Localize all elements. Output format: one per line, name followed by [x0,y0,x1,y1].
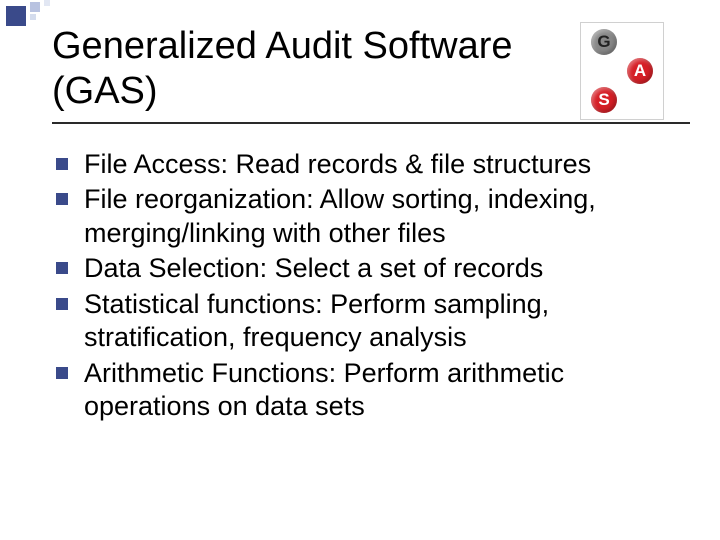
bullet-list: File Access: Read records & file structu… [54,148,680,424]
title-wrap: Generalized Audit Software (GAS) [52,24,550,114]
list-item: Data Selection: Select a set of records [54,252,680,285]
list-item: File Access: Read records & file structu… [54,148,680,181]
content: File Access: Read records & file structu… [54,148,680,426]
slide-title: Generalized Audit Software (GAS) [52,24,550,114]
badge-letter-g: G [591,29,617,55]
list-item: File reorganization: Allow sorting, inde… [54,183,680,250]
badge-letter-a: A [627,58,653,84]
title-rule [52,122,690,124]
corner-decoration [0,0,56,36]
list-item: Statistical functions: Perform sampling,… [54,288,680,355]
badge-letter-s: S [591,87,617,113]
list-item: Arithmetic Functions: Perform arithmetic… [54,357,680,424]
gas-badge: G A S [580,22,664,120]
